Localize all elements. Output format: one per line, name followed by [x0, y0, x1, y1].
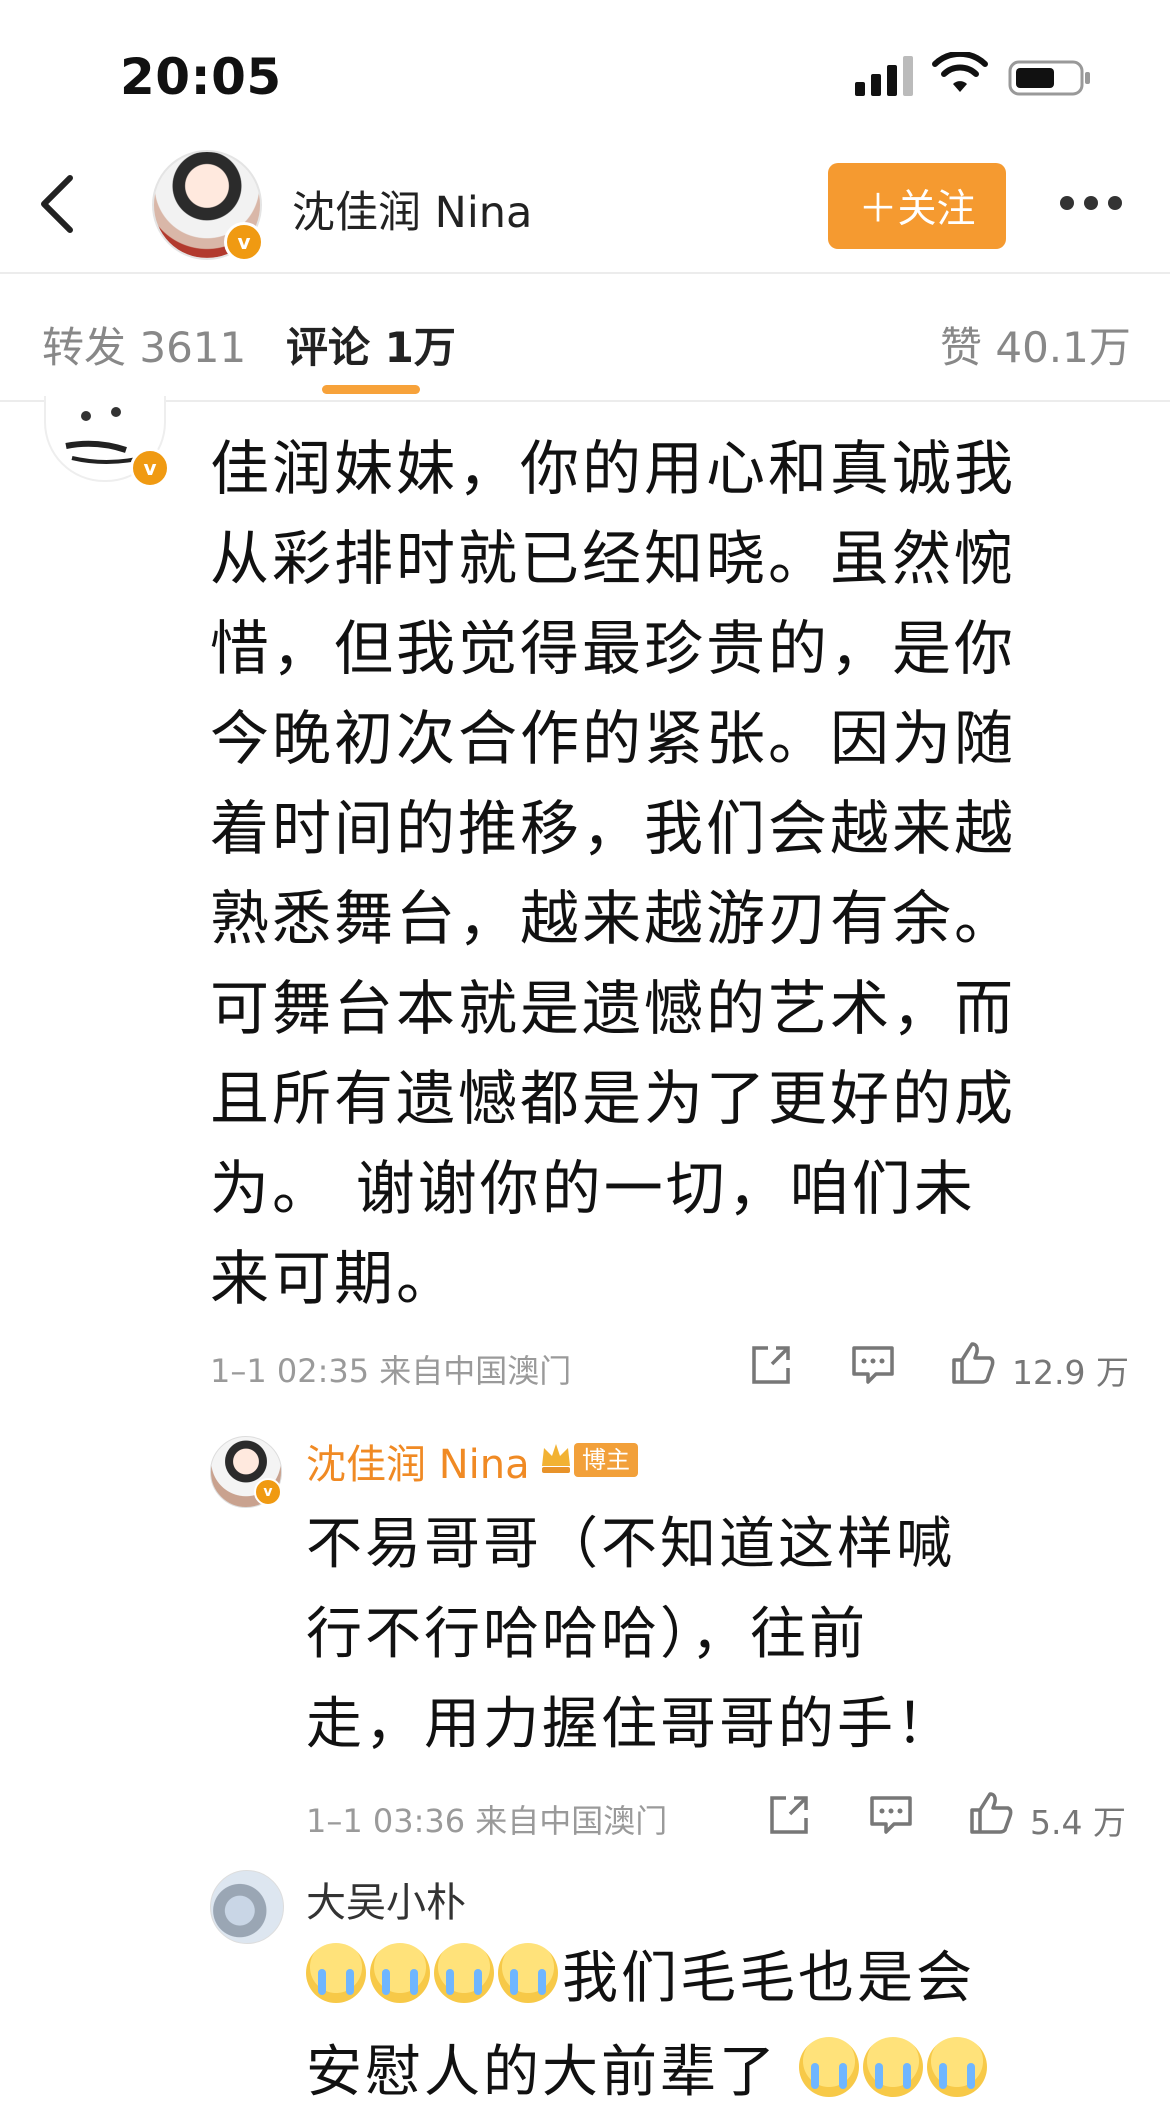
- more-options-icon[interactable]: [1060, 196, 1126, 216]
- share-icon[interactable]: [766, 1792, 812, 1838]
- comment-text-line: 我们毛毛也是会: [562, 1946, 975, 2011]
- comment-text: 我们毛毛也是会 安慰人的大前辈了: [306, 1932, 1126, 2120]
- reply-text: 不易哥哥（不知道这样喊 行不行哈哈哈），往前 走，用力握住哥哥的手！: [306, 1512, 955, 1757]
- like-count: 5.4 万: [1030, 1803, 1126, 1842]
- cellular-signal-icon: [855, 56, 913, 96]
- crown-icon: [542, 1444, 570, 1473]
- crying-emoji-icon: [434, 1943, 494, 2003]
- tabs-divider: [0, 400, 1170, 402]
- reply-username[interactable]: 沈佳润 Nina: [306, 1432, 530, 1490]
- follow-button[interactable]: ＋关注: [828, 163, 1006, 249]
- verified-badge-icon: v: [254, 1478, 282, 1506]
- comment-meta: 1–1 02:35 来自中国澳门: [210, 1352, 572, 1390]
- share-icon[interactable]: [748, 1342, 794, 1388]
- header-divider: [0, 272, 1170, 274]
- crying-emoji-icon: [862, 2037, 923, 2097]
- crying-emoji-icon: [798, 2037, 859, 2097]
- tab-reposts[interactable]: 转发 3611: [42, 314, 246, 375]
- crying-emoji-icon: [306, 1943, 366, 2003]
- verified-badge-icon: v: [224, 222, 264, 262]
- like-count: 12.9 万: [1012, 1353, 1129, 1392]
- battery-icon: [1008, 60, 1090, 96]
- comment-icon[interactable]: [850, 1342, 896, 1388]
- author-tag: 博主: [574, 1443, 638, 1477]
- comment-text: 佳润妹妹，你的用心和真诚我 从彩排时就已经知晓。虽然惋 惜，但我觉得最珍贵的，是…: [210, 434, 1017, 1313]
- verified-badge-icon: v: [130, 448, 170, 488]
- commenter-avatar[interactable]: [210, 1870, 284, 1944]
- crying-emoji-icon: [926, 2037, 987, 2097]
- thumbs-up-icon[interactable]: [950, 1340, 996, 1386]
- crying-emoji-icon: [370, 1943, 430, 2003]
- commenter-username[interactable]: 大吴小朴: [306, 1870, 466, 1928]
- tab-likes[interactable]: 赞 40.1万: [940, 314, 1131, 375]
- wifi-icon: [932, 52, 988, 92]
- crying-emoji-icon: [498, 1943, 558, 2003]
- tab-comments[interactable]: 评论 1万: [286, 314, 456, 375]
- comment-text-line: 安慰人的大前辈了: [306, 2040, 778, 2105]
- active-tab-indicator: [322, 385, 420, 394]
- back-chevron-icon[interactable]: [34, 172, 78, 236]
- status-time: 20:05: [120, 48, 282, 106]
- thumbs-up-icon[interactable]: [968, 1790, 1014, 1836]
- comment-icon[interactable]: [868, 1792, 914, 1838]
- reply-meta: 1–1 03:36 来自中国澳门: [306, 1802, 668, 1840]
- header-username[interactable]: 沈佳润 Nina: [292, 178, 532, 240]
